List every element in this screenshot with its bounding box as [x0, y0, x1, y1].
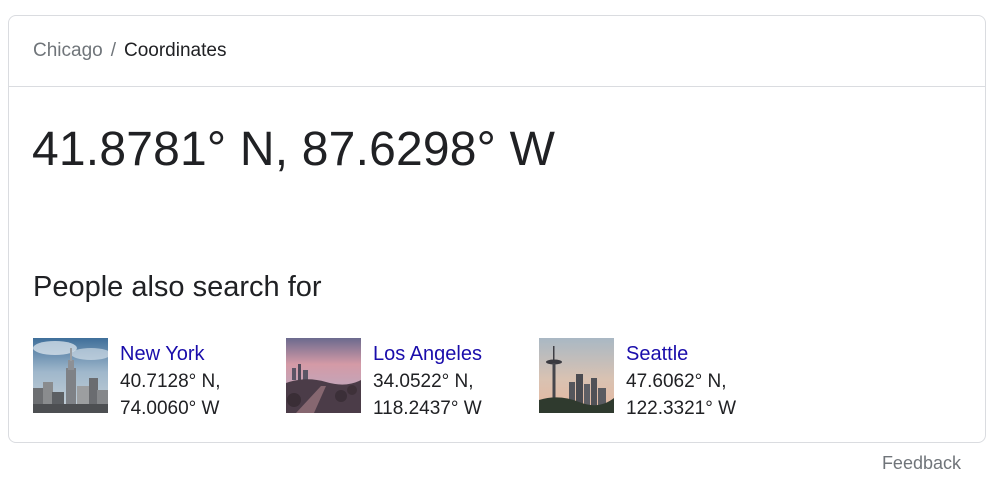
breadcrumb: Chicago / Coordinates	[9, 16, 985, 87]
pasf-item-new-york[interactable]: New York 40.7128° N, 74.0060° W	[33, 338, 286, 422]
breadcrumb-current: Coordinates	[124, 40, 227, 61]
new-york-thumbnail[interactable]	[33, 338, 108, 413]
pasf-item-los-angeles[interactable]: Los Angeles 34.0522° N, 118.2437° W	[286, 338, 539, 422]
people-also-search-title: People also search for	[33, 271, 322, 303]
city-latitude: 40.7128° N,	[120, 371, 221, 392]
people-also-search-list: New York 40.7128° N, 74.0060° W Los Ange…	[33, 338, 792, 422]
city-latitude: 34.0522° N,	[373, 371, 474, 392]
pasf-text-new-york: New York 40.7128° N, 74.0060° W	[120, 341, 221, 422]
breadcrumb-separator: /	[110, 40, 116, 61]
pasf-text-los-angeles: Los Angeles 34.0522° N, 118.2437° W	[373, 341, 482, 422]
breadcrumb-chicago-link[interactable]: Chicago	[33, 40, 103, 62]
coordinates-answer: 41.8781° N, 87.6298° W	[32, 123, 556, 176]
city-longitude: 74.0060° W	[120, 398, 220, 419]
city-name-link[interactable]: Seattle	[626, 341, 736, 368]
city-longitude: 122.3321° W	[626, 398, 737, 419]
seattle-thumbnail[interactable]	[539, 338, 614, 413]
coordinates-card: Chicago / Coordinates 41.8781° N, 87.629…	[8, 15, 986, 443]
feedback-link[interactable]: Feedback	[882, 453, 961, 474]
pasf-item-seattle[interactable]: Seattle 47.6062° N, 122.3321° W	[539, 338, 792, 422]
pasf-text-seattle: Seattle 47.6062° N, 122.3321° W	[626, 341, 736, 422]
los-angeles-thumbnail[interactable]	[286, 338, 361, 413]
city-latitude: 47.6062° N,	[626, 371, 727, 392]
city-longitude: 118.2437° W	[373, 398, 482, 419]
city-name-link[interactable]: Los Angeles	[373, 341, 482, 368]
city-name-link[interactable]: New York	[120, 341, 221, 368]
